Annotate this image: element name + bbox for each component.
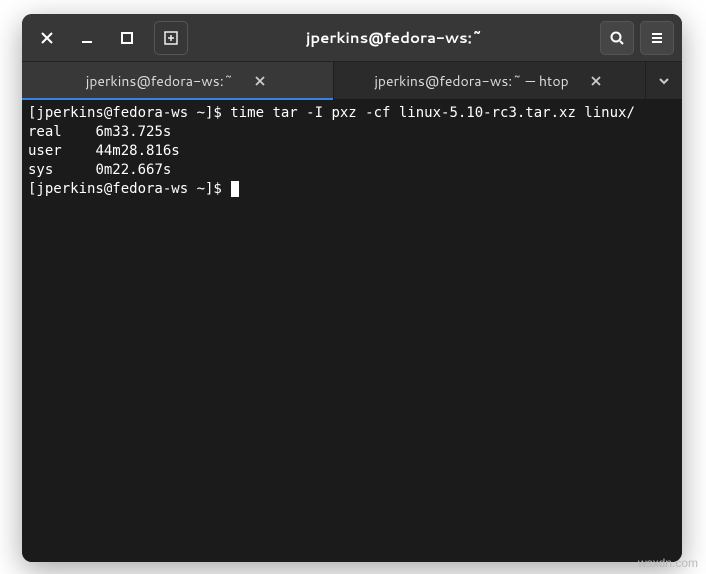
minimize-icon	[79, 30, 95, 46]
close-window-button[interactable]	[30, 21, 64, 55]
timing-line-user: user 44m28.816s	[28, 142, 676, 161]
prompt: [jperkins@fedora-ws ~]$	[28, 181, 230, 197]
terminal-line: [jperkins@fedora-ws ~]$	[28, 180, 676, 199]
timing-line-sys: sys 0m22.667s	[28, 161, 676, 180]
terminal-content[interactable]: [jperkins@fedora-ws ~]$ time tar -I pxz …	[22, 100, 682, 562]
tab-close-button[interactable]	[587, 72, 605, 90]
terminal-cursor	[231, 181, 239, 197]
timing-label: real	[28, 124, 62, 140]
close-icon	[590, 75, 602, 87]
timing-value: 44m28.816s	[95, 143, 179, 159]
close-icon	[254, 75, 266, 87]
prompt: [jperkins@fedora-ws ~]$	[28, 105, 230, 121]
search-icon	[609, 30, 625, 46]
close-icon	[39, 30, 55, 46]
timing-value: 0m22.667s	[95, 162, 171, 178]
hamburger-icon	[649, 30, 665, 46]
tabbar: jperkins@fedora-ws:~ jperkins@fedora-ws:…	[22, 62, 682, 100]
timing-label: user	[28, 143, 62, 159]
terminal-window: jperkins@fedora-ws:~ jperkins@fedora-ws:…	[22, 14, 682, 562]
tab-close-button[interactable]	[251, 72, 269, 90]
new-tab-icon	[163, 30, 179, 46]
minimize-window-button[interactable]	[70, 21, 104, 55]
terminal-line: [jperkins@fedora-ws ~]$ time tar -I pxz …	[28, 104, 676, 123]
window-title: jperkins@fedora-ws:~	[194, 27, 594, 48]
new-tab-button[interactable]	[154, 21, 188, 55]
tab-dropdown-button[interactable]	[646, 62, 682, 99]
maximize-window-button[interactable]	[110, 21, 144, 55]
menu-button[interactable]	[640, 21, 674, 55]
timing-label: sys	[28, 162, 53, 178]
titlebar-right	[600, 21, 674, 55]
tab-2[interactable]: jperkins@fedora-ws:~ — htop	[334, 62, 646, 99]
command-text: time tar -I pxz -cf linux-5.10-rc3.tar.x…	[230, 105, 635, 121]
tab-label: jperkins@fedora-ws:~ — htop	[374, 71, 568, 91]
titlebar: jperkins@fedora-ws:~	[22, 14, 682, 62]
watermark: wsxdn.com	[638, 556, 698, 570]
timing-value: 6m33.725s	[95, 124, 171, 140]
tab-label: jperkins@fedora-ws:~	[86, 71, 233, 91]
maximize-icon	[119, 30, 135, 46]
chevron-down-icon	[657, 74, 671, 88]
search-button[interactable]	[600, 21, 634, 55]
timing-line-real: real 6m33.725s	[28, 123, 676, 142]
tab-1[interactable]: jperkins@fedora-ws:~	[22, 62, 334, 99]
